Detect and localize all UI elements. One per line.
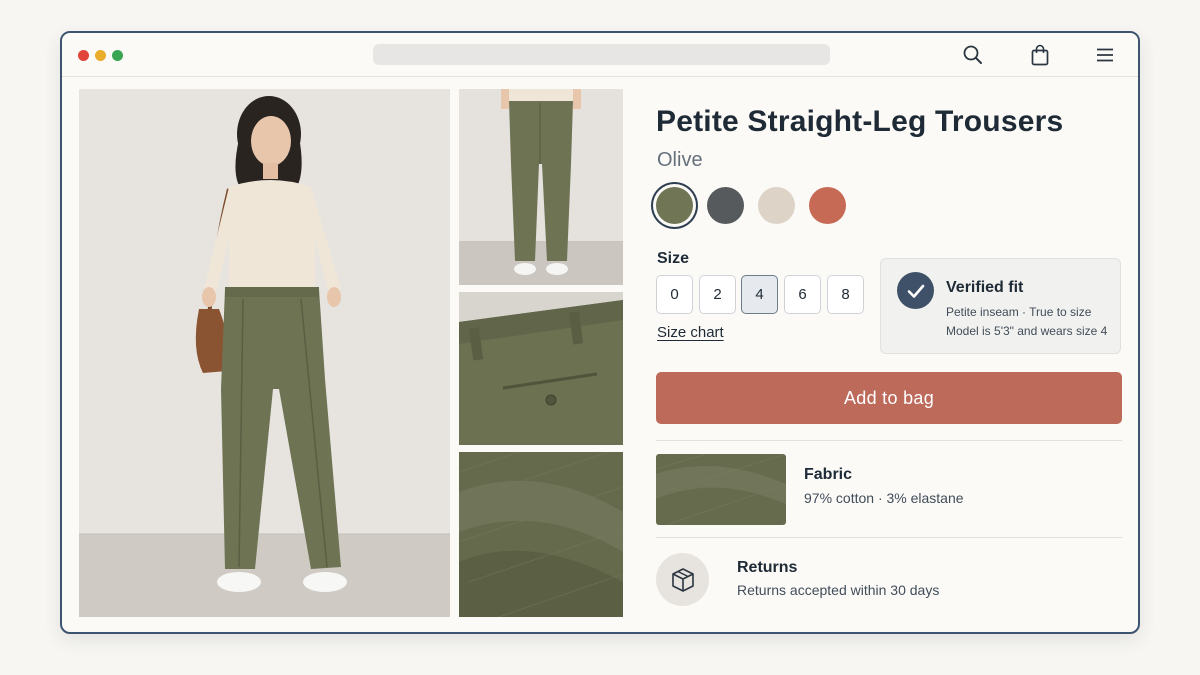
verified-fit-card: Verified fit Petite inseam · True to siz…	[880, 258, 1121, 354]
minimize-window-button[interactable]	[95, 50, 106, 61]
size-option-8[interactable]: 8	[827, 275, 864, 314]
close-window-button[interactable]	[78, 50, 89, 61]
color-swatch-charcoal[interactable]	[707, 187, 744, 224]
add-to-bag-button[interactable]: Add to bag	[656, 372, 1122, 424]
size-option-6[interactable]: 6	[784, 275, 821, 314]
color-swatch-olive[interactable]	[656, 187, 693, 224]
fit-detail-model: Model is 5'3" and wears size 4	[946, 324, 1108, 338]
menu-icon[interactable]	[1094, 44, 1116, 66]
browser-titlebar	[62, 33, 1138, 77]
fabric-composition: 97% cotton · 3% elastane	[804, 490, 964, 506]
browser-window: Petite Straight-Leg Trousers Olive Size …	[60, 31, 1140, 634]
verified-fit-title: Verified fit	[946, 279, 1024, 296]
main-product-image[interactable]	[79, 89, 450, 617]
maximize-window-button[interactable]	[112, 50, 123, 61]
divider	[656, 537, 1122, 538]
divider	[656, 440, 1122, 441]
checkmark-icon	[897, 272, 934, 309]
thumbnail-back-view[interactable]	[459, 89, 623, 285]
size-option-4[interactable]: 4	[741, 275, 778, 314]
fit-detail-inseam: Petite inseam · True to size	[946, 305, 1092, 319]
thumbnail-pocket-detail[interactable]	[459, 292, 623, 445]
selected-color-name: Olive	[657, 149, 703, 171]
thumbnail-fabric-closeup[interactable]	[459, 452, 623, 617]
shopping-bag-icon[interactable]	[1029, 44, 1051, 66]
search-icon[interactable]	[962, 44, 984, 66]
returns-title: Returns	[737, 559, 798, 576]
size-label: Size	[657, 250, 690, 267]
fabric-swatch-image	[656, 454, 786, 525]
product-title: Petite Straight-Leg Trousers	[656, 105, 1064, 138]
fabric-title: Fabric	[804, 466, 853, 483]
color-swatch-stone[interactable]	[758, 187, 795, 224]
size-option-0[interactable]: 0	[656, 275, 693, 314]
size-chart-link[interactable]: Size chart	[657, 324, 724, 341]
package-box-icon	[656, 553, 709, 606]
address-bar[interactable]	[373, 44, 830, 65]
size-option-2[interactable]: 2	[699, 275, 736, 314]
color-swatch-terracotta[interactable]	[809, 187, 846, 224]
returns-policy-text: Returns accepted within 30 days	[737, 582, 940, 598]
